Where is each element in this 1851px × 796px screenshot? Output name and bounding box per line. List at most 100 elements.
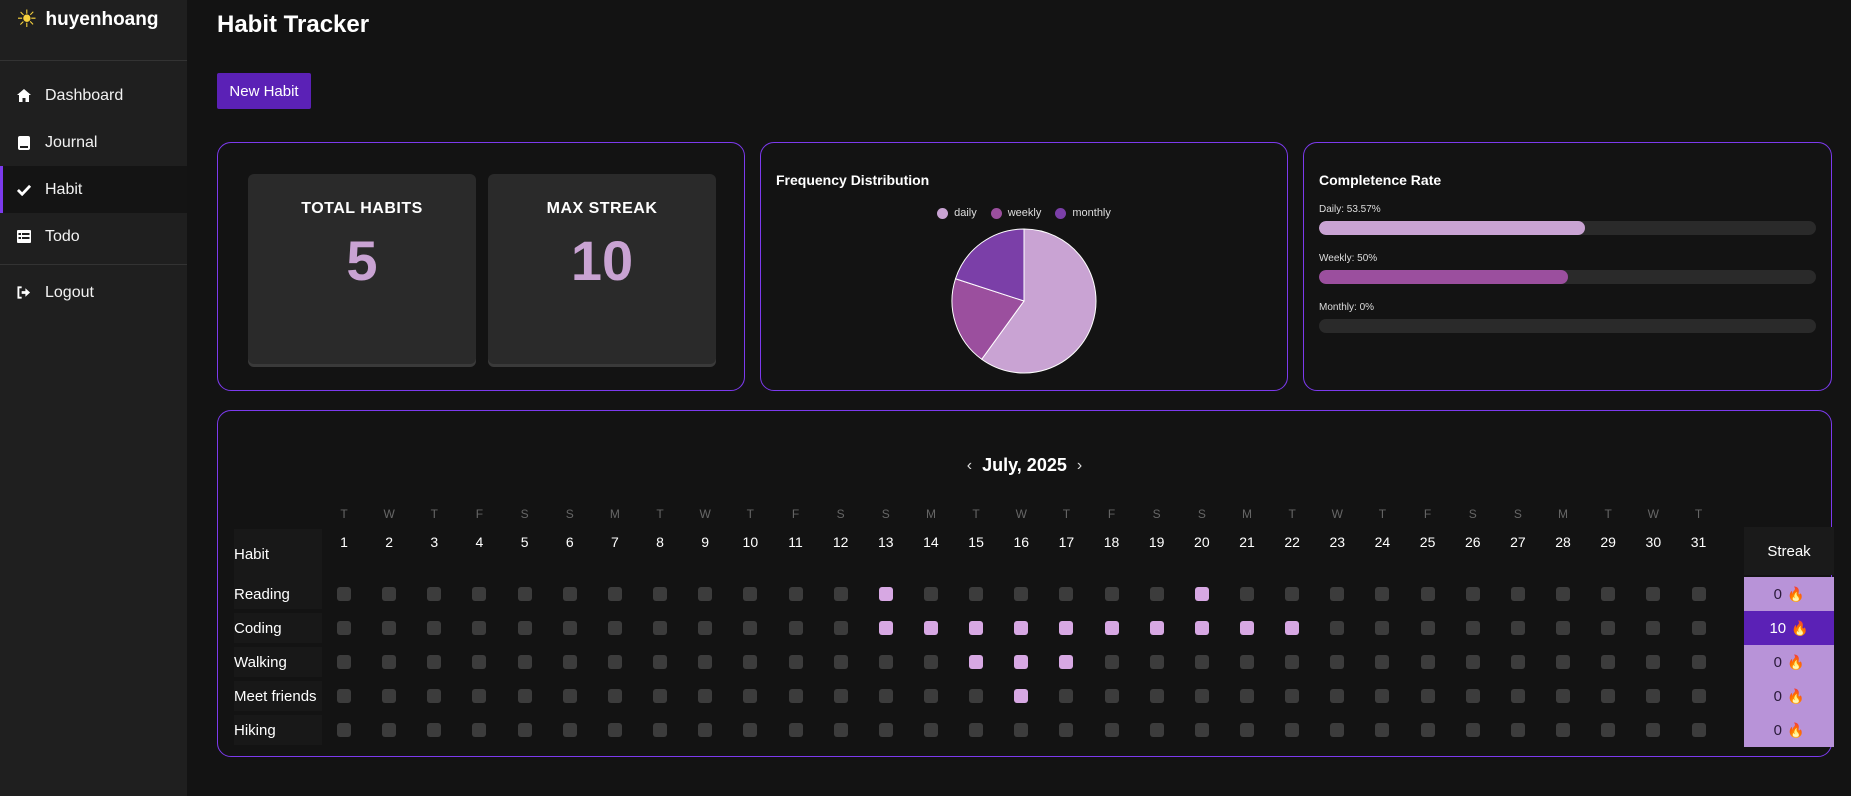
habit-day-checkbox[interactable] <box>1240 621 1254 635</box>
habit-day-checkbox[interactable] <box>607 689 622 703</box>
habit-day-checkbox[interactable] <box>562 587 577 601</box>
habit-day-checkbox[interactable] <box>743 587 758 601</box>
habit-day-checkbox[interactable] <box>743 723 758 737</box>
habit-day-checkbox[interactable] <box>1510 689 1525 703</box>
habit-day-checkbox[interactable] <box>1465 587 1480 601</box>
habit-day-checkbox[interactable] <box>1465 689 1480 703</box>
habit-day-checkbox[interactable] <box>1646 689 1661 703</box>
next-month-button[interactable]: › <box>1067 457 1092 475</box>
habit-day-checkbox[interactable] <box>1104 655 1119 669</box>
habit-day-checkbox[interactable] <box>1601 689 1616 703</box>
habit-day-checkbox[interactable] <box>1510 621 1525 635</box>
habit-day-checkbox[interactable] <box>337 587 351 601</box>
habit-day-checkbox[interactable] <box>382 587 397 601</box>
habit-day-checkbox[interactable] <box>1375 723 1390 737</box>
habit-day-checkbox[interactable] <box>427 723 442 737</box>
habit-day-checkbox[interactable] <box>833 723 848 737</box>
habit-day-checkbox[interactable] <box>1601 655 1616 669</box>
habit-day-checkbox[interactable] <box>1194 587 1209 601</box>
habit-day-checkbox[interactable] <box>1194 723 1209 737</box>
habit-day-checkbox[interactable] <box>1601 723 1616 737</box>
habit-day-checkbox[interactable] <box>1149 689 1164 703</box>
habit-day-checkbox[interactable] <box>1285 689 1300 703</box>
habit-day-checkbox[interactable] <box>1691 621 1706 635</box>
habit-day-checkbox[interactable] <box>1014 655 1029 669</box>
habit-day-checkbox[interactable] <box>833 689 848 703</box>
habit-day-checkbox[interactable] <box>1556 723 1571 737</box>
habit-day-checkbox[interactable] <box>653 723 668 737</box>
habit-day-checkbox[interactable] <box>472 587 487 601</box>
habit-day-checkbox[interactable] <box>1646 723 1661 737</box>
habit-day-checkbox[interactable] <box>517 723 532 737</box>
habit-day-checkbox[interactable] <box>382 621 397 635</box>
habit-day-checkbox[interactable] <box>1646 621 1661 635</box>
new-habit-button[interactable]: New Habit <box>217 73 311 109</box>
habit-day-checkbox[interactable] <box>1059 723 1074 737</box>
habit-day-checkbox[interactable] <box>923 587 938 601</box>
habit-day-checkbox[interactable] <box>427 689 442 703</box>
habit-day-checkbox[interactable] <box>382 655 397 669</box>
habit-day-checkbox[interactable] <box>1691 655 1706 669</box>
habit-day-checkbox[interactable] <box>337 655 351 669</box>
habit-day-checkbox[interactable] <box>562 723 577 737</box>
habit-day-checkbox[interactable] <box>427 587 442 601</box>
habit-day-checkbox[interactable] <box>698 723 713 737</box>
habit-day-checkbox[interactable] <box>337 689 351 703</box>
habit-day-checkbox[interactable] <box>1465 723 1480 737</box>
habit-day-checkbox[interactable] <box>1556 655 1571 669</box>
habit-day-checkbox[interactable] <box>1420 587 1435 601</box>
habit-day-checkbox[interactable] <box>1691 689 1706 703</box>
habit-day-checkbox[interactable] <box>1059 689 1074 703</box>
habit-day-checkbox[interactable] <box>1375 587 1390 601</box>
habit-day-checkbox[interactable] <box>1420 723 1435 737</box>
habit-day-checkbox[interactable] <box>1691 587 1706 601</box>
habit-day-checkbox[interactable] <box>1285 621 1300 635</box>
habit-day-checkbox[interactable] <box>1601 621 1616 635</box>
habit-day-checkbox[interactable] <box>1240 587 1254 601</box>
habit-day-checkbox[interactable] <box>788 621 803 635</box>
habit-day-checkbox[interactable] <box>1194 689 1209 703</box>
habit-day-checkbox[interactable] <box>472 723 487 737</box>
habit-day-checkbox[interactable] <box>833 587 848 601</box>
habit-day-checkbox[interactable] <box>1104 587 1119 601</box>
habit-day-checkbox[interactable] <box>653 621 668 635</box>
habit-day-checkbox[interactable] <box>1420 655 1435 669</box>
habit-day-checkbox[interactable] <box>1375 689 1390 703</box>
habit-day-checkbox[interactable] <box>1194 655 1209 669</box>
habit-day-checkbox[interactable] <box>427 655 442 669</box>
sidebar-item-todo[interactable]: Todo <box>0 213 187 260</box>
habit-day-checkbox[interactable] <box>1104 689 1119 703</box>
habit-day-checkbox[interactable] <box>1556 621 1571 635</box>
habit-day-checkbox[interactable] <box>923 723 938 737</box>
habit-day-checkbox[interactable] <box>878 621 893 635</box>
habit-day-checkbox[interactable] <box>878 587 893 601</box>
habit-day-checkbox[interactable] <box>1240 723 1254 737</box>
habit-day-checkbox[interactable] <box>1149 723 1164 737</box>
habit-day-checkbox[interactable] <box>1240 689 1254 703</box>
habit-day-checkbox[interactable] <box>517 655 532 669</box>
habit-day-checkbox[interactable] <box>698 655 713 669</box>
habit-day-checkbox[interactable] <box>653 655 668 669</box>
habit-day-checkbox[interactable] <box>517 621 532 635</box>
habit-day-checkbox[interactable] <box>517 689 532 703</box>
habit-day-checkbox[interactable] <box>1330 655 1345 669</box>
habit-day-checkbox[interactable] <box>698 587 713 601</box>
habit-day-checkbox[interactable] <box>878 689 893 703</box>
habit-day-checkbox[interactable] <box>1194 621 1209 635</box>
habit-day-checkbox[interactable] <box>1375 621 1390 635</box>
habit-day-checkbox[interactable] <box>1059 587 1074 601</box>
habit-day-checkbox[interactable] <box>1285 655 1300 669</box>
habit-day-checkbox[interactable] <box>1059 655 1074 669</box>
habit-day-checkbox[interactable] <box>562 621 577 635</box>
habit-day-checkbox[interactable] <box>653 587 668 601</box>
sidebar-item-habit[interactable]: Habit <box>0 166 187 213</box>
habit-day-checkbox[interactable] <box>969 723 984 737</box>
habit-day-checkbox[interactable] <box>1330 621 1345 635</box>
habit-day-checkbox[interactable] <box>1330 587 1345 601</box>
habit-day-checkbox[interactable] <box>562 689 577 703</box>
legend-item-weekly[interactable]: weekly <box>990 207 1041 219</box>
habit-day-checkbox[interactable] <box>1646 655 1661 669</box>
habit-day-checkbox[interactable] <box>833 621 848 635</box>
habit-day-checkbox[interactable] <box>382 689 397 703</box>
habit-day-checkbox[interactable] <box>878 723 893 737</box>
